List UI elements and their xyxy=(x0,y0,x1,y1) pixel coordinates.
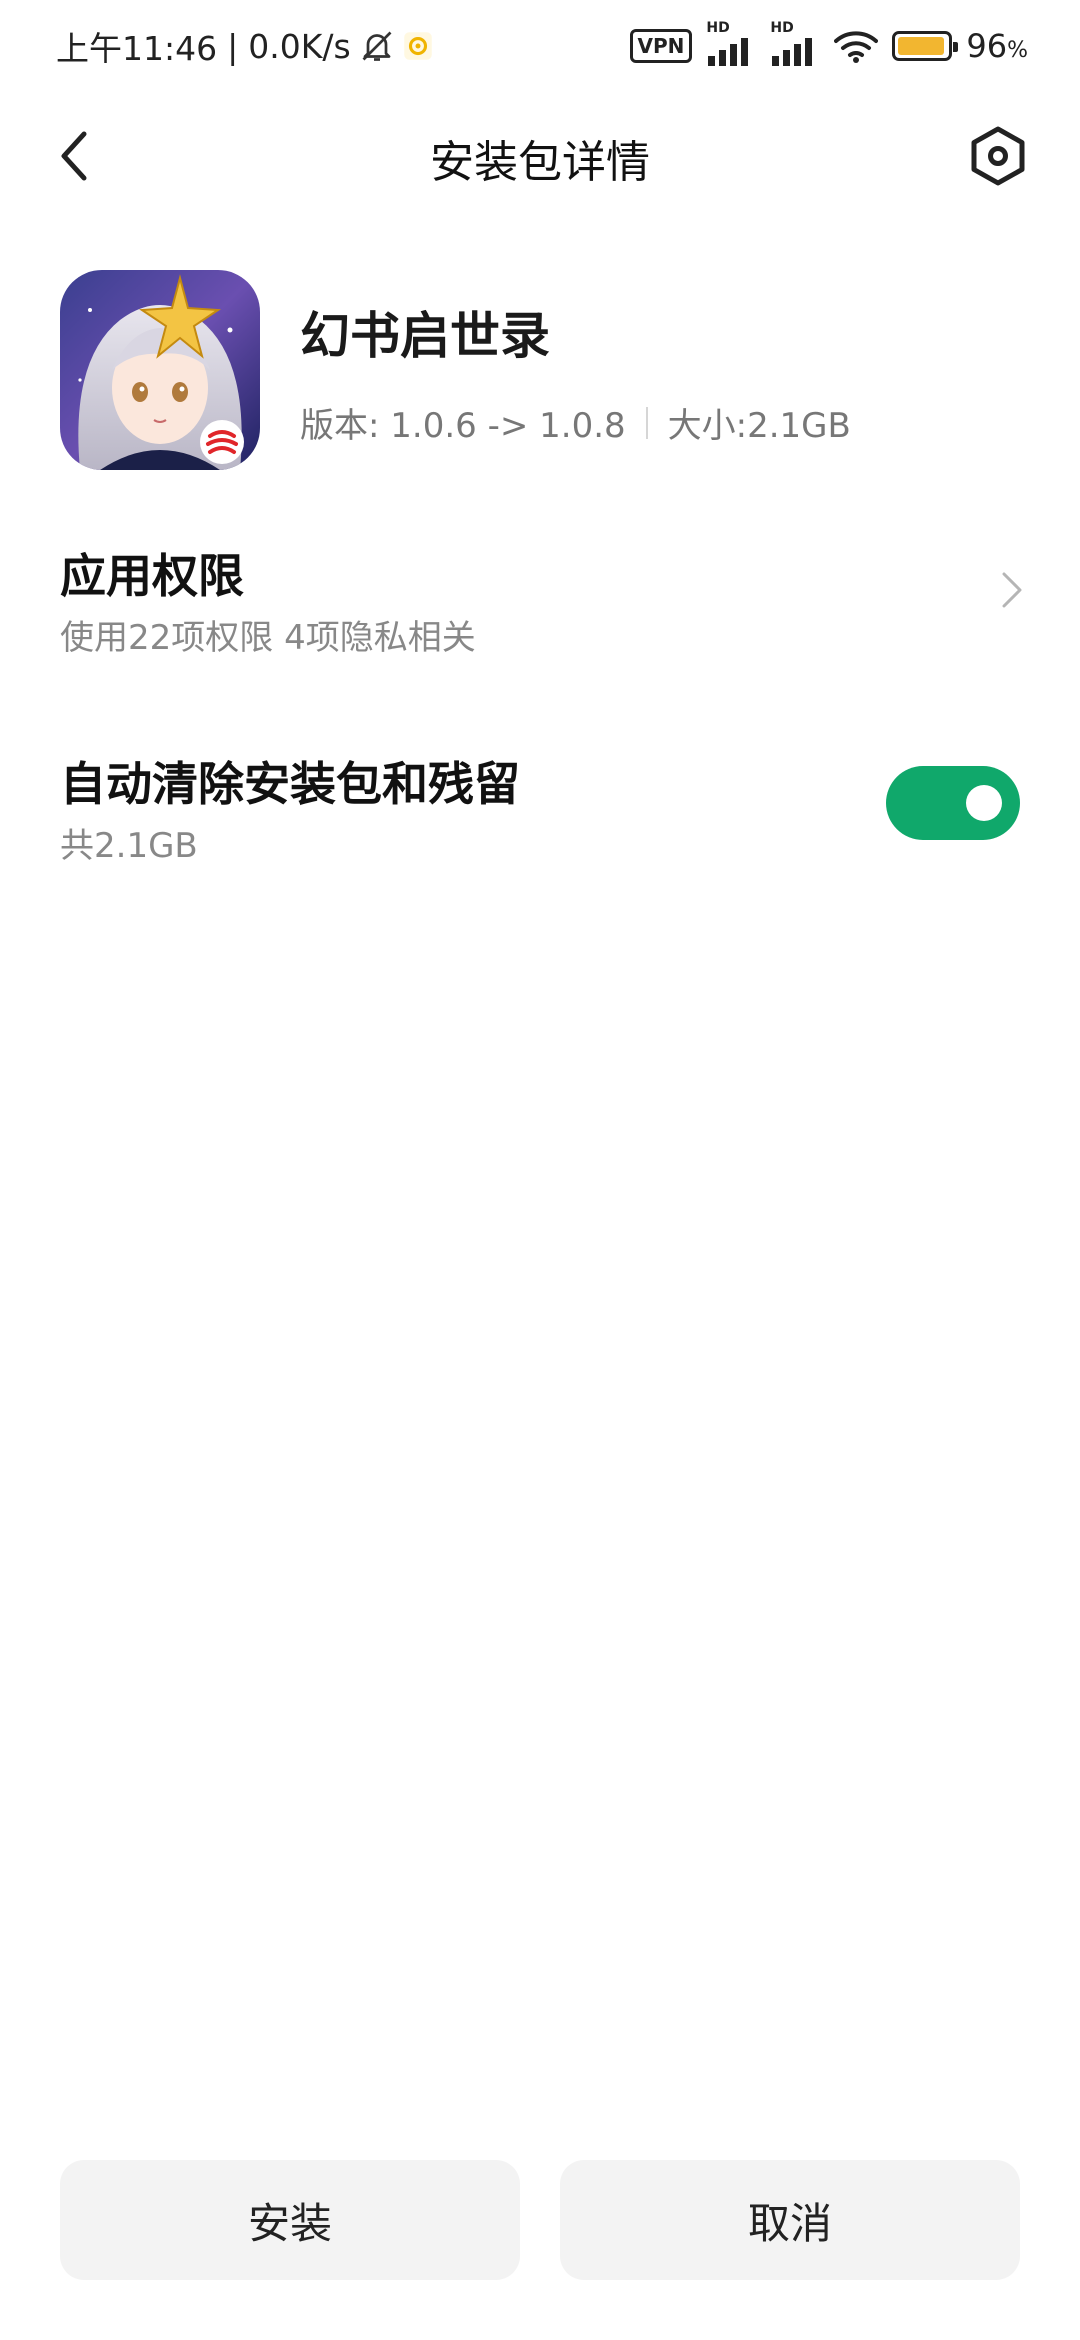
status-separator: | xyxy=(227,26,239,66)
status-time: 上午11:46 xyxy=(56,29,218,68)
bell-muted-icon xyxy=(362,31,392,61)
battery-icon xyxy=(892,31,959,61)
battery-level xyxy=(898,37,945,55)
app-icon xyxy=(60,270,260,470)
page-title: 安装包详情 xyxy=(430,137,650,188)
app-meta: 版本: 1.0.6 -> 1.0.8 大小:2.1GB xyxy=(300,398,851,447)
wifi-icon xyxy=(834,31,879,63)
hd-label: HD xyxy=(770,20,794,36)
battery-percent: 96% xyxy=(966,27,1028,65)
vpn-badge: VPN xyxy=(629,29,693,63)
header: 安装包详情 xyxy=(0,96,1080,216)
settings-button[interactable] xyxy=(966,124,1030,188)
auto-clean-toggle[interactable] xyxy=(886,766,1020,840)
chevron-right-icon xyxy=(1002,572,1022,608)
install-button[interactable]: 安装 xyxy=(60,2160,520,2280)
meta-divider xyxy=(645,406,648,439)
signal-icon: HD xyxy=(770,20,820,66)
signal-icon: HD xyxy=(706,20,756,66)
bottom-action-bar: 安装 取消 xyxy=(0,2160,1080,2280)
app-notification-icon xyxy=(403,32,432,60)
permissions-subtitle: 使用22项权限 4项隐私相关 xyxy=(60,618,476,658)
app-name: 幻书启世录 xyxy=(300,307,550,365)
app-size: 大小:2.1GB xyxy=(667,406,851,446)
permissions-title: 应用权限 xyxy=(60,549,244,603)
app-permissions-row[interactable]: 应用权限 使用22项权限 4项隐私相关 xyxy=(0,520,1080,670)
auto-clean-subtitle: 共2.1GB xyxy=(60,826,198,866)
hd-label: HD xyxy=(706,20,730,36)
status-bar: 上午11:46 | 0.0K/s VPN HD HD 96% xyxy=(0,0,1080,96)
auto-clean-title: 自动清除安装包和残留 xyxy=(60,757,520,811)
network-speed: 0.0K/s xyxy=(248,26,351,66)
status-bar-right: VPN HD HD 96% xyxy=(629,20,1028,66)
app-version: 版本: 1.0.6 -> 1.0.8 xyxy=(300,406,626,446)
cancel-button[interactable]: 取消 xyxy=(560,2160,1020,2280)
toggle-knob xyxy=(966,785,1002,821)
hexagon-settings-icon xyxy=(971,126,1025,186)
auto-clean-row: 自动清除安装包和残留 共2.1GB xyxy=(0,730,1080,880)
status-bar-left: 上午11:46 | 0.0K/s xyxy=(56,22,433,70)
game-art-icon xyxy=(60,270,260,470)
